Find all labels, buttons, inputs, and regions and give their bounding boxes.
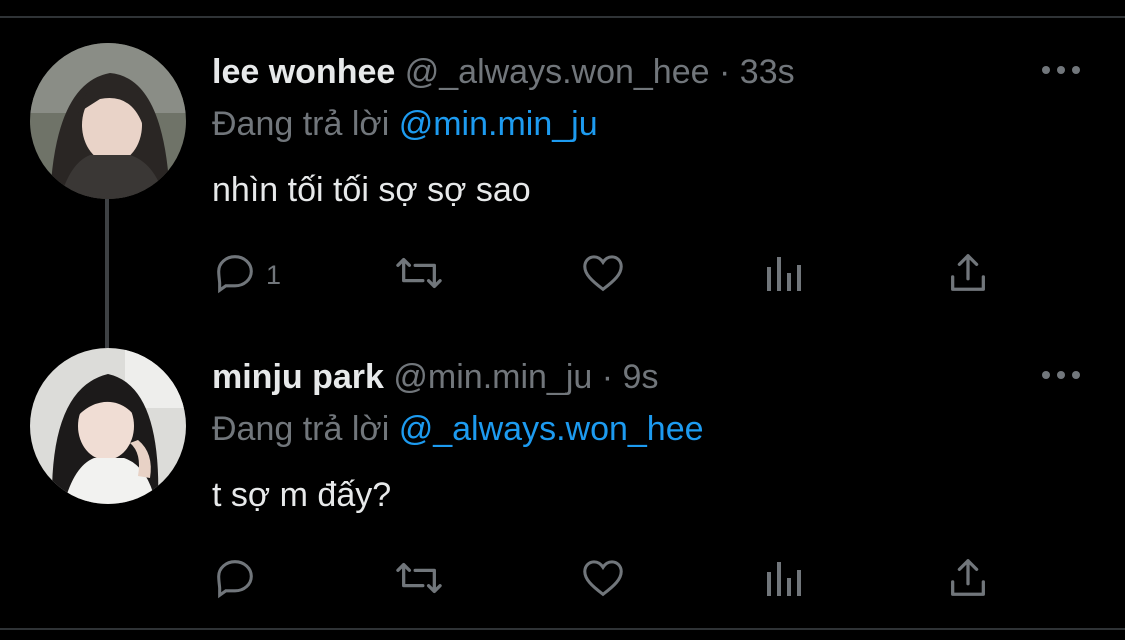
- timestamp[interactable]: 33s: [740, 53, 795, 91]
- tweet-thread: lee wonhee @_always.won_hee · 33s Đang t…: [0, 0, 1125, 640]
- like-icon: [580, 555, 626, 606]
- like-icon: [580, 250, 626, 301]
- share-icon: [945, 555, 991, 606]
- tweet-header: minju park @min.min_ju · 9s: [212, 357, 658, 397]
- separator: ·: [719, 53, 731, 91]
- tweet-text: nhìn tối tối sợ sợ sao: [212, 171, 531, 209]
- avatar[interactable]: [30, 43, 186, 199]
- reply-mention[interactable]: @_always.won_hee: [399, 410, 704, 448]
- analytics-icon: [765, 253, 805, 298]
- avatar[interactable]: [30, 348, 186, 504]
- share-icon: [945, 250, 991, 301]
- reply-prefix: Đang trả lời: [212, 105, 390, 143]
- reply-icon: [212, 555, 258, 606]
- more-icon[interactable]: [1040, 58, 1082, 82]
- tweet-header: lee wonhee @_always.won_hee · 33s: [212, 52, 795, 92]
- reply-context: Đang trả lời @_always.won_hee: [212, 409, 704, 449]
- tweet-actions: [212, 555, 1012, 605]
- analytics-icon: [765, 558, 805, 603]
- analytics-button[interactable]: [765, 250, 805, 300]
- divider: [0, 16, 1125, 18]
- timestamp[interactable]: 9s: [623, 358, 659, 396]
- handle[interactable]: @_always.won_hee: [405, 53, 710, 91]
- share-button[interactable]: [945, 250, 991, 300]
- divider: [0, 628, 1125, 630]
- share-button[interactable]: [945, 555, 991, 605]
- like-button[interactable]: [580, 250, 626, 300]
- retweet-icon: [394, 555, 444, 606]
- reply-mention[interactable]: @min.min_ju: [399, 105, 598, 143]
- separator: ·: [601, 358, 614, 396]
- reply-context: Đang trả lời @min.min_ju: [212, 104, 598, 144]
- tweet-text: t sợ m đấy?: [212, 476, 392, 514]
- reply-count: 1: [266, 259, 282, 290]
- tweet-actions: 1: [212, 250, 1012, 300]
- retweet-icon: [394, 250, 444, 301]
- handle[interactable]: @min.min_ju: [393, 358, 592, 396]
- thread-connector: [105, 198, 109, 348]
- reply-icon: [212, 250, 258, 301]
- more-icon[interactable]: [1040, 363, 1082, 387]
- analytics-button[interactable]: [765, 555, 805, 605]
- display-name[interactable]: lee wonhee: [212, 53, 395, 91]
- retweet-button[interactable]: [394, 250, 444, 300]
- reply-button[interactable]: 1: [212, 250, 281, 300]
- retweet-button[interactable]: [394, 555, 444, 605]
- reply-button[interactable]: [212, 555, 266, 605]
- display-name[interactable]: minju park: [212, 358, 384, 396]
- like-button[interactable]: [580, 555, 626, 605]
- reply-prefix: Đang trả lời: [212, 410, 390, 448]
